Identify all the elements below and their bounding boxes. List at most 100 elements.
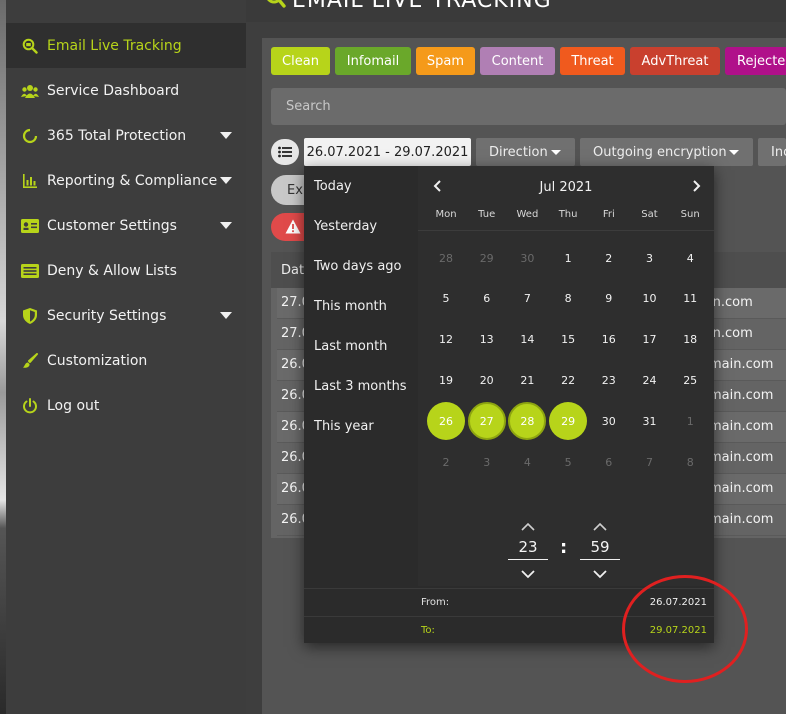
calendar-day[interactable]: 3 [631,239,669,277]
calendar-day[interactable]: 8 [549,280,587,318]
cell-domain: main.com [709,388,774,403]
calendar-day[interactable]: 5 [549,443,587,481]
cell-domain: in.com [709,326,753,341]
calendar-day[interactable]: 10 [631,280,669,318]
weekday-label: Sat [641,209,658,220]
calendar-day[interactable]: 7 [508,280,546,318]
minute-down-icon[interactable] [592,564,608,579]
outgoing-encryption-label: Outgoing encryption [593,144,727,160]
calendar-day-selected[interactable]: 27 [467,402,506,441]
sidebar-item-customer-settings[interactable]: Customer Settings [6,203,246,248]
sidebar-item-customization[interactable]: Customization [6,338,246,383]
calendar-day[interactable]: 16 [590,321,628,359]
sidebar-item-365-total-protection[interactable]: 365 Total Protection [6,113,246,158]
preset-last-3-months[interactable]: Last 3 months [314,379,407,394]
calendar-day[interactable]: 1 [549,239,587,277]
bar-chart-icon [20,171,40,191]
calendar-day[interactable]: 8 [671,443,709,481]
filter-chip-advthreat[interactable]: AdvThreat [630,47,720,75]
calendar-day[interactable]: 3 [468,443,506,481]
calendar-day[interactable]: 7 [631,443,669,481]
filter-chip-spam[interactable]: Spam [416,47,475,75]
preset-this-year[interactable]: This year [314,419,374,434]
calendar-day[interactable]: 29 [468,239,506,277]
date-range-input[interactable]: 26.07.2021 - 29.07.2021 [304,138,471,166]
sidebar-item-label: Security Settings [47,307,167,324]
date-range-picker: Today Yesterday Two days ago This month … [304,166,714,643]
calendar-day-selected[interactable]: 26 [427,402,465,441]
sidebar-item-security-settings[interactable]: Security Settings [6,293,246,338]
calendar-day[interactable]: 13 [468,321,506,359]
annotation-circle [622,575,748,683]
calendar-day[interactable]: 9 [590,280,628,318]
id-card-icon [20,216,40,236]
calendar-day[interactable]: 23 [590,361,628,399]
calendar-day[interactable]: 20 [468,361,506,399]
cell-domain: main.com [709,450,774,465]
hour-input[interactable]: 23 [508,538,548,560]
calendar-day[interactable]: 12 [427,321,465,359]
calendar-day[interactable]: 17 [631,321,669,359]
calendar-day[interactable]: 18 [671,321,709,359]
calendar-day[interactable]: 4 [508,443,546,481]
calendar-day[interactable]: 25 [671,361,709,399]
filter-chip-infomail[interactable]: Infomail [335,47,411,75]
calendar-day[interactable]: 6 [468,280,506,318]
weekday-label: Wed [516,209,539,220]
preset-last-month[interactable]: Last month [314,339,387,354]
preset-two-days-ago[interactable]: Two days ago [314,259,402,274]
chevron-down-icon [220,312,232,319]
calendar-day-selected[interactable]: 28 [508,402,547,441]
minute-up-icon[interactable] [592,517,608,531]
direction-dropdown[interactable]: Direction [476,138,575,166]
calendar-day[interactable]: 11 [671,280,709,318]
calendar-day[interactable]: 4 [671,239,709,277]
sidebar-item-reporting-compliance[interactable]: Reporting & Compliance [6,158,246,203]
column-header-date[interactable]: Dat [281,263,304,278]
preset-today[interactable]: Today [314,179,352,194]
calendar-day[interactable]: 6 [590,443,628,481]
list-icon [278,143,292,162]
sidebar-item-service-dashboard[interactable]: Service Dashboard [6,68,246,113]
chevron-down-icon [220,177,232,184]
calendar-day[interactable]: 28 [427,239,465,277]
calendar-day[interactable]: 30 [508,239,546,277]
calendar-day[interactable]: 1 [671,402,709,440]
outgoing-encryption-dropdown[interactable]: Outgoing encryption [580,138,753,166]
calendar-day[interactable]: 5 [427,280,465,318]
shield-icon [20,306,40,326]
calendar-day[interactable]: 15 [549,321,587,359]
chevron-right-icon[interactable] [686,176,706,196]
cell-domain: main.com [709,419,774,434]
calendar-day-selected[interactable]: 29 [549,402,588,441]
sidebar-item-email-live-tracking[interactable]: Email Live Tracking [6,23,246,68]
title-bar: EMAIL LIVE TRACKING [246,0,786,22]
hour-up-icon[interactable] [520,517,536,531]
filter-chip-threat[interactable]: Threat [560,47,625,75]
calendar-day[interactable]: 19 [427,361,465,399]
calendar-day[interactable]: 21 [508,361,546,399]
calendar-day[interactable]: 31 [631,402,669,440]
calendar-day[interactable]: 22 [549,361,587,399]
filter-chip-rejected[interactable]: Rejected [725,47,786,75]
page-title: EMAIL LIVE TRACKING [292,0,552,13]
preset-yesterday[interactable]: Yesterday [314,219,377,234]
sidebar-item-label: Deny & Allow Lists [47,262,177,279]
filter-chip-content[interactable]: Content [480,47,555,75]
calendar-day[interactable]: 14 [508,321,546,359]
hour-down-icon[interactable] [520,564,536,579]
sidebar-item-log-out[interactable]: Log out [6,383,246,428]
brush-icon [20,351,40,371]
minute-input[interactable]: 59 [580,538,620,560]
calendar-day[interactable]: 2 [427,443,465,481]
list-view-button[interactable] [271,139,299,165]
search-input[interactable]: Search [271,88,786,125]
more-filter-dropdown[interactable]: Inc [758,138,786,166]
sidebar-item-deny-allow-lists[interactable]: Deny & Allow Lists [6,248,246,293]
preset-this-month[interactable]: This month [314,299,387,314]
filter-chip-clean[interactable]: Clean [271,47,330,75]
sidebar-item-label: Reporting & Compliance [47,172,218,189]
calendar-day[interactable]: 2 [590,239,628,277]
calendar-day[interactable]: 30 [590,402,628,440]
calendar-day[interactable]: 24 [631,361,669,399]
